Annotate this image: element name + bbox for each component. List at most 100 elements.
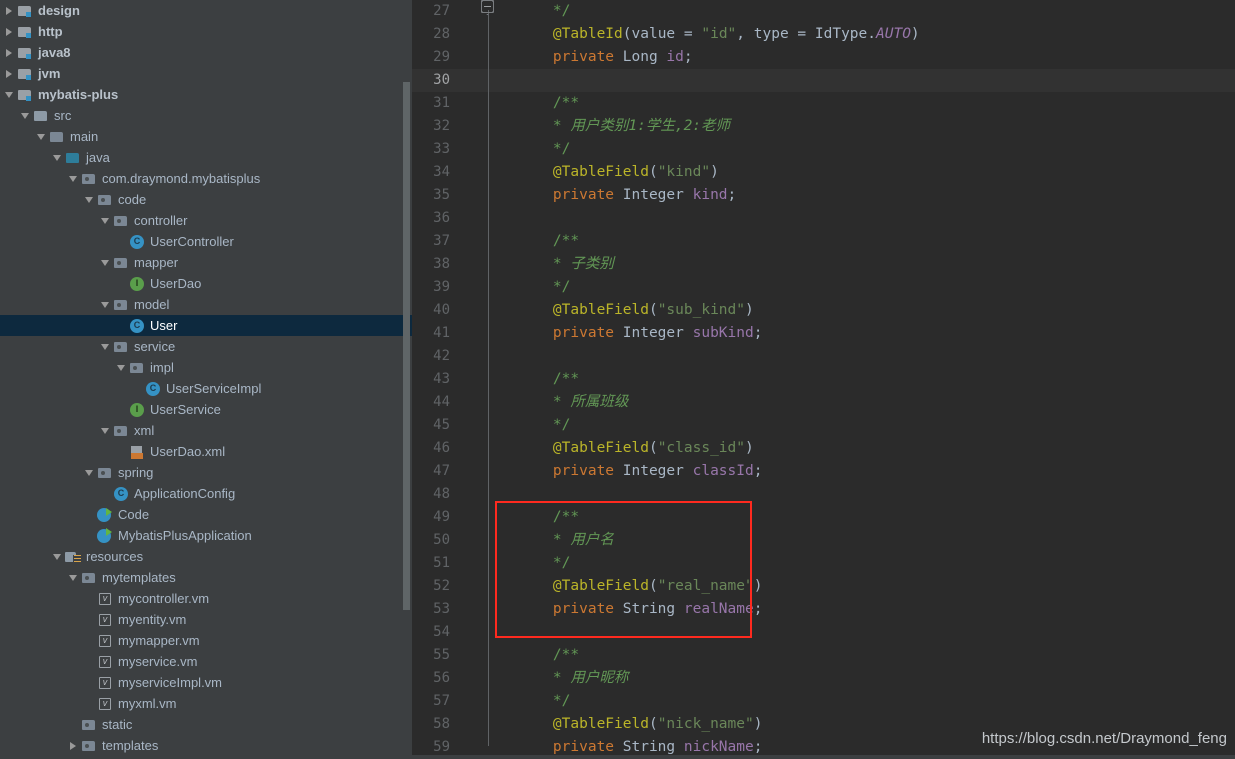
- code-line-36[interactable]: 36: [412, 207, 1235, 230]
- code-line-46[interactable]: 46 @TableField("class_id"): [412, 437, 1235, 460]
- tree-item-user[interactable]: User: [0, 315, 412, 336]
- chevron-down-icon[interactable]: [99, 298, 112, 311]
- code-line-56[interactable]: 56 * 用户昵称: [412, 667, 1235, 690]
- code-line-39[interactable]: 39 */: [412, 276, 1235, 299]
- tree-item-src[interactable]: src: [0, 105, 412, 126]
- project-tool-window[interactable]: design http java8 jvm mybatis-plus src main jav…: [0, 0, 412, 759]
- tree-item-controller[interactable]: controller: [0, 210, 412, 231]
- project-tree-list[interactable]: design http java8 jvm mybatis-plus src main jav…: [0, 0, 412, 759]
- chevron-down-icon[interactable]: [115, 361, 128, 374]
- chevron-down-icon[interactable]: [51, 151, 64, 164]
- tree-item-service[interactable]: service: [0, 336, 412, 357]
- tree-item-java8[interactable]: java8: [0, 42, 412, 63]
- chevron-down-icon[interactable]: [67, 172, 80, 185]
- tree-item-static[interactable]: static: [0, 714, 412, 735]
- code-line-31[interactable]: 31 /**: [412, 92, 1235, 115]
- code-text: * 子类别: [518, 253, 614, 276]
- tree-item-xml[interactable]: xml: [0, 420, 412, 441]
- code-line-50[interactable]: 50 * 用户名: [412, 529, 1235, 552]
- tree-indent-spacer: [0, 199, 83, 200]
- token-punc: ): [745, 440, 754, 456]
- chevron-down-icon[interactable]: [67, 571, 80, 584]
- code-line-54[interactable]: 54: [412, 621, 1235, 644]
- code-line-32[interactable]: 32 * 用户类别1:学生,2:老师: [412, 115, 1235, 138]
- chevron-down-icon[interactable]: [99, 340, 112, 353]
- tree-item-resources[interactable]: resources: [0, 546, 412, 567]
- tree-item-myserviceimpl-vm[interactable]: myserviceImpl.vm: [0, 672, 412, 693]
- project-tree-scrollbar[interactable]: [403, 82, 410, 610]
- code-editor[interactable]: 27 */28 @TableId(value = "id", type = Id…: [412, 0, 1235, 759]
- line-number: 58: [433, 716, 450, 732]
- tree-item-myentity-vm[interactable]: myentity.vm: [0, 609, 412, 630]
- code-line-30[interactable]: 30: [412, 69, 1235, 92]
- chevron-down-icon[interactable]: [99, 424, 112, 437]
- chevron-right-icon[interactable]: [67, 739, 80, 752]
- tree-item-code[interactable]: Code: [0, 504, 412, 525]
- code-line-47[interactable]: 47 private Integer classId;: [412, 460, 1235, 483]
- code-line-34[interactable]: 34 @TableField("kind"): [412, 161, 1235, 184]
- code-line-57[interactable]: 57 */: [412, 690, 1235, 713]
- chevron-right-icon[interactable]: [3, 25, 16, 38]
- chevron-right-icon[interactable]: [3, 4, 16, 17]
- chevron-down-icon[interactable]: [83, 466, 96, 479]
- code-line-55[interactable]: 55 /**: [412, 644, 1235, 667]
- tree-item-userdao-xml[interactable]: UserDao.xml: [0, 441, 412, 462]
- code-line-44[interactable]: 44 * 所属班级: [412, 391, 1235, 414]
- chevron-down-icon[interactable]: [19, 109, 32, 122]
- tree-item-userservice[interactable]: UserService: [0, 399, 412, 420]
- chevron-down-icon[interactable]: [35, 130, 48, 143]
- tree-item-com-draymond-mybatisplus[interactable]: com.draymond.mybatisplus: [0, 168, 412, 189]
- chevron-down-icon[interactable]: [99, 256, 112, 269]
- tree-item-main[interactable]: main: [0, 126, 412, 147]
- code-line-51[interactable]: 51 */: [412, 552, 1235, 575]
- code-line-41[interactable]: 41 private Integer subKind;: [412, 322, 1235, 345]
- editor-lines[interactable]: 27 */28 @TableId(value = "id", type = Id…: [412, 0, 1235, 759]
- tree-item-mytemplates[interactable]: mytemplates: [0, 567, 412, 588]
- code-line-33[interactable]: 33 */: [412, 138, 1235, 161]
- code-line-40[interactable]: 40 @TableField("sub_kind"): [412, 299, 1235, 322]
- code-line-42[interactable]: 42: [412, 345, 1235, 368]
- tree-item-mycontroller-vm[interactable]: mycontroller.vm: [0, 588, 412, 609]
- tree-item-label: src: [54, 108, 72, 123]
- code-line-53[interactable]: 53 private String realName;: [412, 598, 1235, 621]
- tree-item-impl[interactable]: impl: [0, 357, 412, 378]
- code-line-29[interactable]: 29 private Long id;: [412, 46, 1235, 69]
- tree-item-model[interactable]: model: [0, 294, 412, 315]
- runnable-class-icon: [97, 507, 113, 523]
- tree-item-mapper[interactable]: mapper: [0, 252, 412, 273]
- code-line-45[interactable]: 45 */: [412, 414, 1235, 437]
- code-line-52[interactable]: 52 @TableField("real_name"): [412, 575, 1235, 598]
- code-line-48[interactable]: 48: [412, 483, 1235, 506]
- chevron-down-icon[interactable]: [99, 214, 112, 227]
- tree-item-java[interactable]: java: [0, 147, 412, 168]
- tree-item-userserviceimpl[interactable]: UserServiceImpl: [0, 378, 412, 399]
- chevron-down-icon[interactable]: [51, 550, 64, 563]
- code-line-38[interactable]: 38 * 子类别: [412, 253, 1235, 276]
- chevron-down-icon[interactable]: [83, 193, 96, 206]
- chevron-right-icon[interactable]: [3, 46, 16, 59]
- tree-item-mymapper-vm[interactable]: mymapper.vm: [0, 630, 412, 651]
- tree-item-userdao[interactable]: UserDao: [0, 273, 412, 294]
- code-line-37[interactable]: 37 /**: [412, 230, 1235, 253]
- chevron-down-icon[interactable]: [3, 88, 16, 101]
- tree-item-applicationconfig[interactable]: ApplicationConfig: [0, 483, 412, 504]
- tree-item-http[interactable]: http: [0, 21, 412, 42]
- code-line-43[interactable]: 43 /**: [412, 368, 1235, 391]
- tree-item-spring[interactable]: spring: [0, 462, 412, 483]
- code-line-49[interactable]: 49 /**: [412, 506, 1235, 529]
- tree-item-mybatisplusapplication[interactable]: MybatisPlusApplication: [0, 525, 412, 546]
- tree-item-code[interactable]: code: [0, 189, 412, 210]
- code-line-35[interactable]: 35 private Integer kind;: [412, 184, 1235, 207]
- chevron-right-icon[interactable]: [3, 67, 16, 80]
- tree-item-mybatis-plus[interactable]: mybatis-plus: [0, 84, 412, 105]
- tree-item-myservice-vm[interactable]: myservice.vm: [0, 651, 412, 672]
- tree-item-design[interactable]: design: [0, 0, 412, 21]
- tree-item-templates[interactable]: templates: [0, 735, 412, 756]
- code-line-28[interactable]: 28 @TableId(value = "id", type = IdType.…: [412, 23, 1235, 46]
- code-line-27[interactable]: 27 */: [412, 0, 1235, 23]
- tree-item-myxml-vm[interactable]: myxml.vm: [0, 693, 412, 714]
- token-cmtp: /**: [552, 371, 580, 387]
- tree-item-usercontroller[interactable]: UserController: [0, 231, 412, 252]
- line-number: 27: [433, 3, 450, 19]
- tree-item-jvm[interactable]: jvm: [0, 63, 412, 84]
